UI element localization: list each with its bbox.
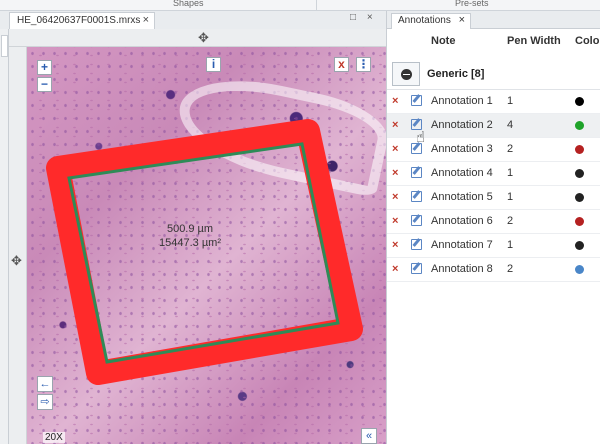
zoom-in-button[interactable]: +: [37, 60, 52, 75]
close-tab-icon[interactable]: ×: [459, 14, 465, 26]
annotation-name: Annotation 2: [431, 119, 493, 131]
annotation-pen-width: 1: [507, 239, 514, 251]
annotation-color-swatch[interactable]: [575, 97, 584, 106]
nav-right-button[interactable]: ⇨: [37, 394, 53, 410]
annotation-color-swatch[interactable]: [575, 241, 584, 250]
edit-icon[interactable]: [411, 95, 422, 106]
annotation-name: Annotation 3: [431, 143, 493, 155]
annotation-pen-width: 2: [507, 263, 514, 275]
annotation-row[interactable]: × Annotation 8 2: [387, 258, 600, 282]
annotation-color-swatch[interactable]: [575, 265, 584, 274]
annotation-pen-width: 1: [507, 167, 514, 179]
header-pen-width[interactable]: Pen Width: [507, 35, 561, 47]
edit-icon[interactable]: [411, 191, 422, 202]
annotation-color-swatch[interactable]: [575, 217, 584, 226]
annotation-pen-width: 2: [507, 143, 514, 155]
annotations-panel: Annotations × Note Pen Width Colo Generi…: [386, 11, 600, 444]
measurement-length: 500.9 µm: [166, 223, 214, 235]
close-overlay-button[interactable]: x: [334, 57, 349, 72]
minus-circle-icon: [401, 69, 412, 80]
annotation-row[interactable]: × Annotation 7 1: [387, 234, 600, 258]
annotation-pen-width: 4: [507, 119, 514, 131]
annotation-row[interactable]: × Annotation 5 1: [387, 186, 600, 210]
header-color[interactable]: Colo: [575, 35, 599, 47]
viewer-tab[interactable]: HE_06420637F0001S.mrxs ×: [9, 12, 155, 29]
hand-cursor-icon: ☝: [416, 129, 426, 146]
edit-icon[interactable]: [411, 239, 422, 250]
annotation-color-swatch[interactable]: [575, 169, 584, 178]
nav-left-button[interactable]: ←: [37, 376, 53, 392]
close-tab-icon[interactable]: ×: [143, 14, 149, 26]
annotation-row[interactable]: × Annotation 1 1: [387, 90, 600, 114]
annotation-color-swatch[interactable]: [575, 145, 584, 154]
annotation-name: Annotation 5: [431, 191, 493, 203]
annotation-pen-width: 1: [507, 95, 514, 107]
collapse-panel-button[interactable]: «: [361, 428, 377, 444]
annotation-row[interactable]: × Annotation 4 1: [387, 162, 600, 186]
viewer-tab-title: HE_06420637F0001S.mrxs: [17, 15, 141, 26]
annotation-color-swatch[interactable]: [575, 193, 584, 202]
viewer-window-controls: □ ×: [350, 12, 386, 29]
delete-icon[interactable]: ×: [392, 215, 398, 227]
annotations-tab[interactable]: Annotations ×: [391, 13, 471, 29]
edit-icon[interactable]: [411, 215, 422, 226]
left-side-strip: [0, 29, 9, 444]
zoom-out-button[interactable]: −: [37, 77, 52, 92]
delete-icon[interactable]: ×: [392, 191, 398, 203]
annotation-name: Annotation 6: [431, 215, 493, 227]
annotation-name: Annotation 7: [431, 239, 493, 251]
delete-icon[interactable]: ×: [392, 143, 398, 155]
presets-label: Pre-sets: [455, 0, 489, 8]
magnification-label: 20X: [43, 432, 65, 443]
delete-icon[interactable]: ×: [392, 119, 398, 131]
menu-icon[interactable]: ⋮: [356, 57, 371, 72]
panel-tabbar: Annotations ×: [387, 11, 600, 29]
pan-up-icon[interactable]: ✥: [198, 30, 209, 46]
annotation-pen-width: 2: [507, 215, 514, 227]
header-note[interactable]: Note: [431, 35, 455, 47]
annotation-name: Annotation 1: [431, 95, 493, 107]
close-window-icon[interactable]: ×: [367, 12, 373, 23]
delete-icon[interactable]: ×: [392, 239, 398, 251]
annotation-color-swatch[interactable]: [575, 121, 584, 130]
measurement-label: 500.9 µm 15447.3 µm²: [130, 222, 250, 250]
annotation-inner-stroke[interactable]: [67, 142, 340, 364]
group-label: Generic [8]: [427, 68, 485, 80]
pan-left-icon[interactable]: ✥: [11, 253, 22, 269]
measurement-area: 15447.3 µm²: [159, 237, 221, 249]
edit-icon[interactable]: [411, 167, 422, 178]
annotation-pen-width: 1: [507, 191, 514, 203]
edit-icon[interactable]: [411, 263, 422, 274]
annotation-name: Annotation 4: [431, 167, 493, 179]
info-button[interactable]: i: [206, 57, 221, 72]
annotations-tab-title: Annotations: [398, 15, 451, 26]
shapes-label: Shapes: [173, 0, 204, 8]
collapse-group-button[interactable]: [392, 62, 420, 86]
restore-icon[interactable]: □: [350, 12, 356, 23]
toolbar-divider: [316, 0, 317, 11]
top-toolbar: Shapes Pre-sets: [0, 0, 600, 11]
annotation-name: Annotation 8: [431, 263, 493, 275]
delete-icon[interactable]: ×: [392, 167, 398, 179]
delete-icon[interactable]: ×: [392, 263, 398, 275]
pan-bar-left[interactable]: [9, 47, 27, 444]
side-strip-tab[interactable]: [1, 35, 8, 57]
delete-icon[interactable]: ×: [392, 95, 398, 107]
annotation-row[interactable]: × Annotation 6 2: [387, 210, 600, 234]
group-row: Generic [8]: [387, 58, 600, 90]
